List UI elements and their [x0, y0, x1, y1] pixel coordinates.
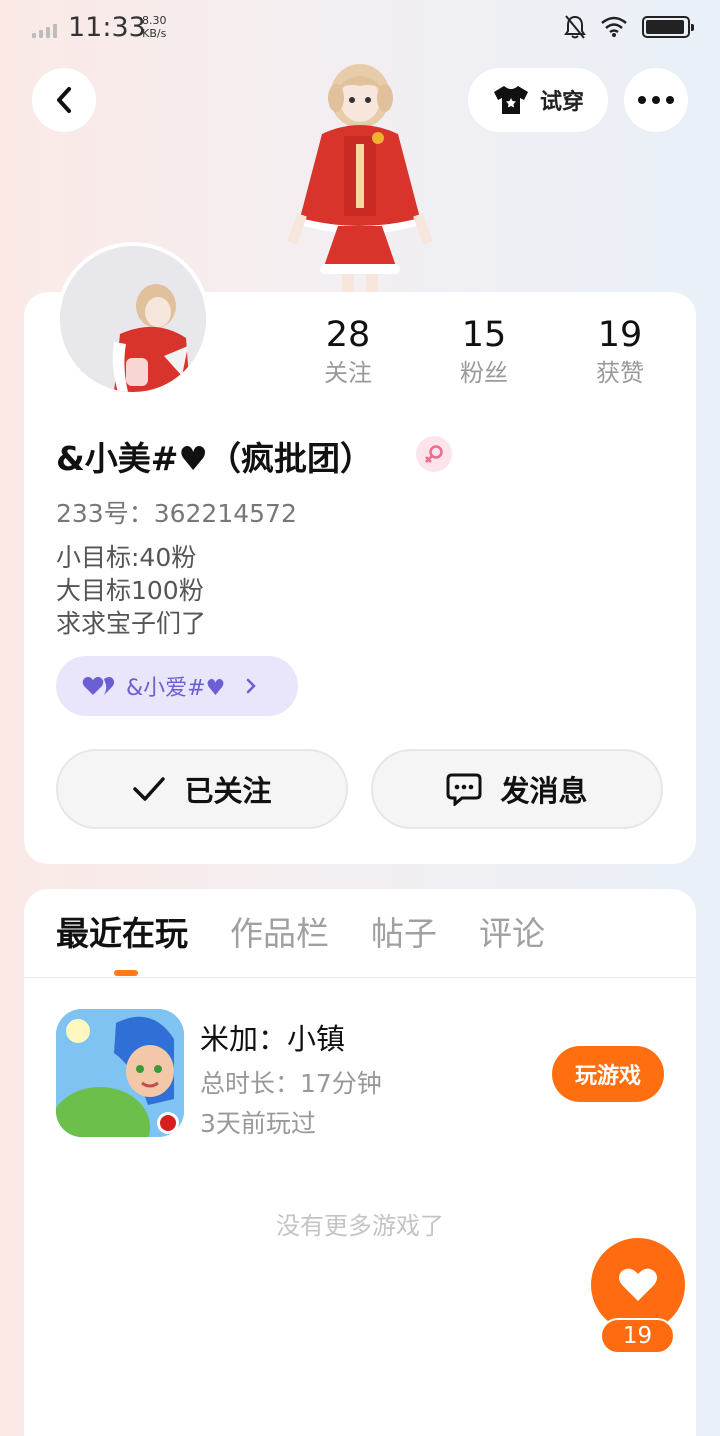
battery-icon [642, 16, 694, 38]
play-game-button[interactable]: 玩游戏 [552, 1046, 664, 1102]
avatar-image [60, 246, 206, 392]
chat-bubble-icon [446, 773, 482, 806]
nickname: &小美#♥（疯批团） [56, 439, 374, 478]
avatar[interactable] [56, 242, 210, 396]
game-last-played: 3天前玩过 [200, 1109, 316, 1138]
tab-works[interactable]: 作品栏 [230, 912, 329, 956]
stat-fans-count: 15 [461, 315, 507, 355]
more-dots-icon [638, 96, 674, 104]
stat-following-count: 28 [325, 315, 371, 355]
gender-badge [416, 436, 452, 472]
try-on-label: 试穿 [539, 90, 584, 115]
stat-likes-count: 19 [597, 315, 643, 355]
back-button[interactable] [32, 68, 96, 132]
tab-recently-played[interactable]: 最近在玩 [56, 912, 188, 956]
more-button[interactable] [624, 68, 688, 132]
send-message-label: 发消息 [500, 774, 588, 808]
network-speed-value: 8.30 [142, 14, 167, 27]
female-symbol-icon [425, 445, 443, 463]
tab-indicator [114, 970, 138, 976]
game-icon-image [56, 1009, 184, 1137]
game-icon[interactable] [56, 1009, 184, 1137]
wifi-icon [601, 16, 627, 37]
game-name[interactable]: 米加：小镇 [200, 1016, 345, 1058]
bio-line: 小目标:40粉 [56, 543, 197, 572]
friend-tag-button[interactable]: &小爱#♥ [56, 656, 298, 716]
tshirt-icon [493, 86, 528, 114]
stat-following-label: 关注 [324, 359, 372, 387]
checkmark-icon [133, 777, 166, 801]
status-time: 11:33 [68, 12, 146, 43]
game-total-duration: 总时长：17分钟 [200, 1069, 382, 1098]
user-id: 233号：362214572 [56, 499, 297, 528]
followed-button[interactable]: 已关注 [56, 749, 348, 829]
mute-bell-icon [564, 15, 586, 39]
profile-stats: 28 关注 15 粉丝 19 获赞 [280, 314, 700, 390]
character-avatar-3d [287, 64, 433, 294]
status-bar: 11:33 8.30 KB/s [0, 0, 720, 56]
bio-line: 求求宝子们了 [56, 609, 207, 638]
chevron-left-icon [57, 87, 71, 113]
stat-likes[interactable]: 19 获赞 [552, 314, 688, 390]
stat-following[interactable]: 28 关注 [280, 314, 416, 390]
bio: 小目标:40粉 大目标100粉 求求宝子们了 [56, 541, 206, 640]
chevron-right-icon [247, 678, 257, 694]
tab-comments[interactable]: 评论 [479, 912, 545, 956]
network-speed: 8.30 KB/s [142, 14, 167, 40]
try-on-button[interactable]: 试穿 [468, 68, 608, 132]
followed-label: 已关注 [184, 774, 272, 808]
double-heart-icon [82, 676, 115, 695]
stat-fans-label: 粉丝 [460, 359, 508, 387]
heart-icon [619, 1268, 657, 1301]
send-message-button[interactable]: 发消息 [371, 749, 663, 829]
stat-fans[interactable]: 15 粉丝 [416, 314, 552, 390]
stat-likes-label: 获赞 [596, 359, 644, 387]
bio-line: 大目标100粉 [56, 576, 204, 605]
no-more-games-text: 没有更多游戏了 [276, 1212, 444, 1240]
tab-posts[interactable]: 帖子 [371, 912, 437, 956]
friend-tag-label: &小爱#♥ [126, 676, 226, 701]
like-count: 19 [600, 1318, 675, 1354]
signal-icon [32, 24, 57, 38]
profile-tabs: 最近在玩 作品栏 帖子 评论 [56, 912, 587, 956]
network-speed-unit: KB/s [142, 27, 167, 40]
tab-divider [24, 977, 696, 978]
